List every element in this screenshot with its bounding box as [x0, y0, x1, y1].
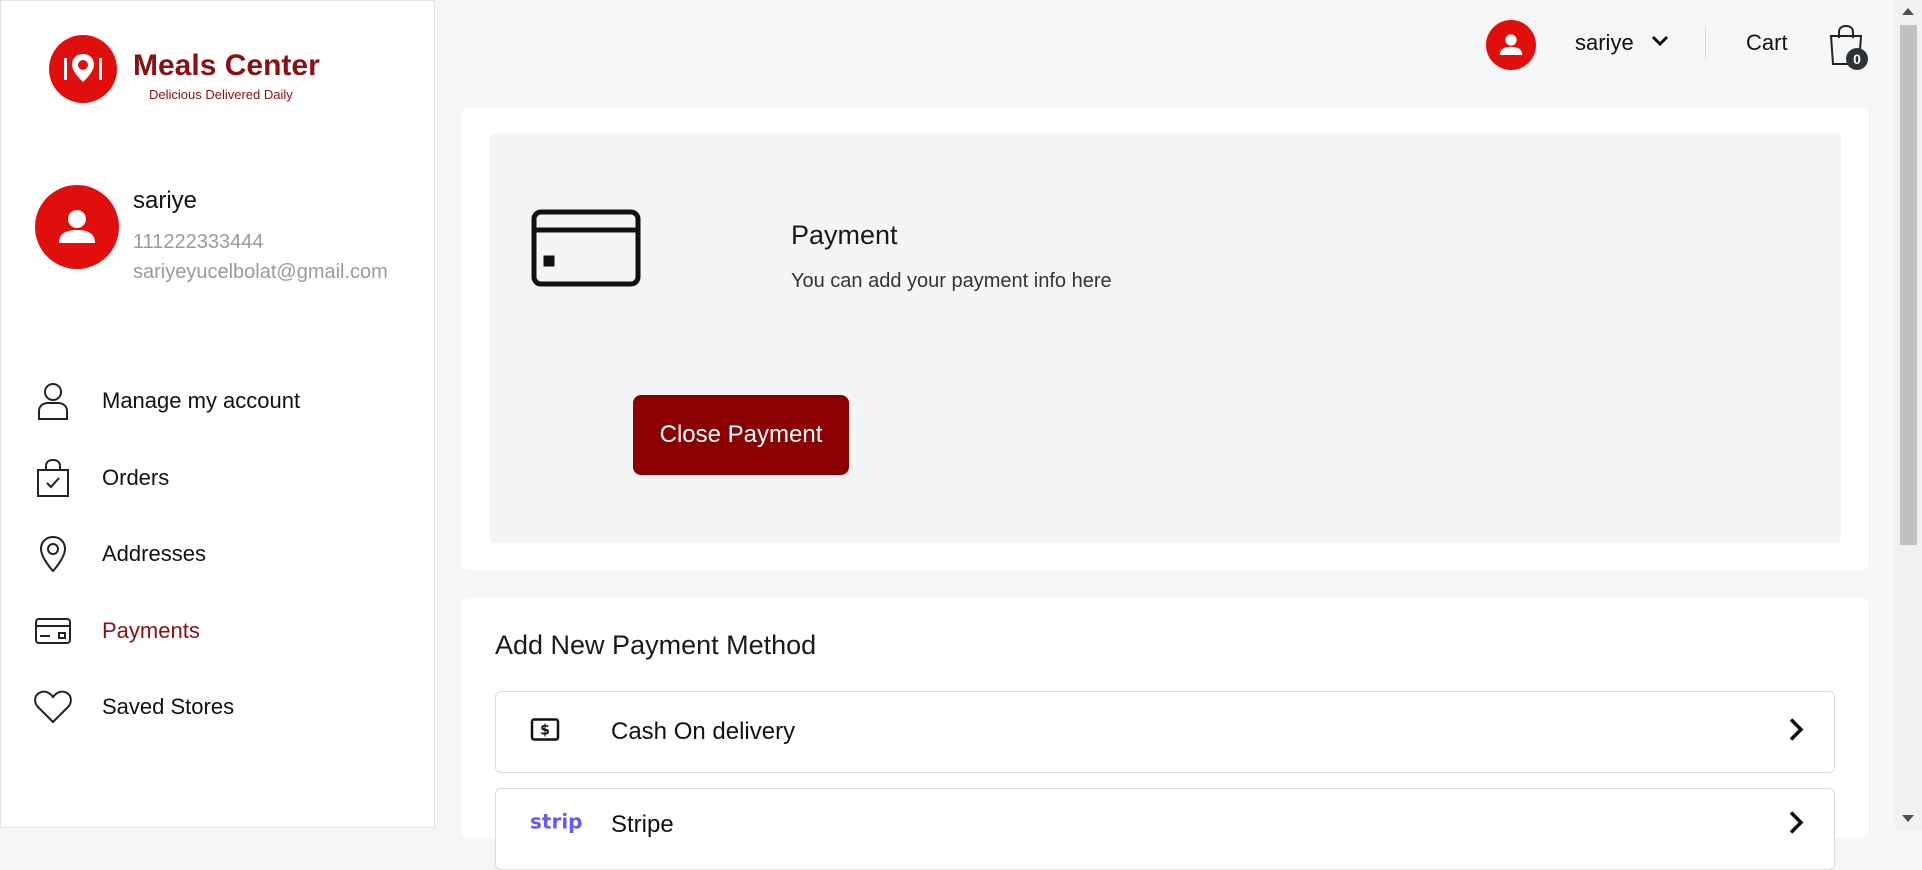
brand-tagline: Delicious Delivered Daily: [149, 87, 293, 102]
cart-button[interactable]: 0: [1828, 24, 1872, 72]
user-icon: [1499, 34, 1523, 55]
credit-card-icon: [530, 208, 642, 293]
chevron-right-icon: [1788, 810, 1804, 841]
sidebar-item-addresses[interactable]: Addresses: [1, 516, 434, 593]
divider: [1705, 26, 1706, 58]
shopping-bag-check-icon: [33, 458, 73, 498]
user-icon: [59, 210, 95, 243]
payment-panel-card: [462, 108, 1868, 570]
payment-method-label: Cash On delivery: [611, 718, 796, 745]
cash-bill-icon: $: [530, 718, 560, 747]
scrollbar-thumb[interactable]: [1900, 25, 1917, 545]
payment-method-stripe[interactable]: stripe Stripe: [495, 788, 1835, 870]
profile-name: sariye: [133, 187, 198, 214]
vertical-scrollbar[interactable]: [1895, 0, 1922, 830]
credit-card-icon: [33, 611, 73, 651]
cart-link[interactable]: Cart: [1746, 30, 1788, 56]
chevron-right-icon: [1788, 717, 1804, 748]
user-outline-icon: [33, 381, 73, 421]
profile-summary: sariye 111222333444 sariyeyucelbolat@gma…: [35, 183, 430, 293]
svg-text:stripe: stripe: [530, 811, 582, 834]
scroll-down-arrow-icon[interactable]: [1902, 815, 1914, 822]
close-payment-button[interactable]: Close Payment: [633, 395, 849, 475]
sidebar-item-label: Addresses: [102, 541, 206, 567]
heart-icon: [33, 687, 73, 727]
scroll-up-arrow-icon[interactable]: [1902, 8, 1914, 15]
payment-subtitle: You can add your payment info here: [791, 270, 1112, 292]
location-pin-icon: [33, 534, 73, 574]
avatar[interactable]: [1486, 20, 1536, 70]
brand-logo[interactable]: Meals Center Delicious Delivered Daily: [49, 35, 349, 107]
chevron-down-icon[interactable]: [1651, 34, 1669, 52]
logo-emblem-icon: [49, 35, 117, 103]
sidebar-item-label: Saved Stores: [102, 694, 235, 720]
cart-count-badge: 0: [1846, 48, 1868, 70]
brand-name: Meals Center: [133, 49, 320, 82]
svg-text:$: $: [540, 723, 550, 739]
stripe-logo-icon: stripe: [530, 810, 596, 840]
avatar: [35, 185, 119, 269]
sidebar-item-label: Orders: [102, 464, 170, 490]
payment-panel: [489, 133, 1841, 543]
sidebar-item-saved-stores[interactable]: Saved Stores: [1, 669, 434, 746]
user-menu-name[interactable]: sariye: [1575, 30, 1634, 56]
sidebar-item-payments[interactable]: Payments: [1, 593, 434, 670]
payment-method-cash[interactable]: $ Cash On delivery: [495, 691, 1835, 773]
profile-email: sariyeyucelbolat@gmail.com: [133, 261, 388, 283]
sidebar-item-manage-account[interactable]: Manage my account: [1, 363, 434, 440]
sidebar-item-label: Manage my account: [102, 388, 301, 414]
sidebar-nav: Manage my account Orders Addresses Payme…: [1, 363, 434, 746]
sidebar-item-orders[interactable]: Orders: [1, 440, 434, 517]
payment-method-label: Stripe: [611, 811, 674, 838]
sidebar: Meals Center Delicious Delivered Daily s…: [0, 0, 435, 828]
top-header: sariye Cart 0: [435, 0, 1895, 90]
add-payment-title: Add New Payment Method: [495, 630, 817, 660]
profile-phone: 111222333444: [133, 231, 264, 253]
payment-title: Payment: [791, 220, 898, 250]
sidebar-item-label: Payments: [102, 617, 200, 643]
